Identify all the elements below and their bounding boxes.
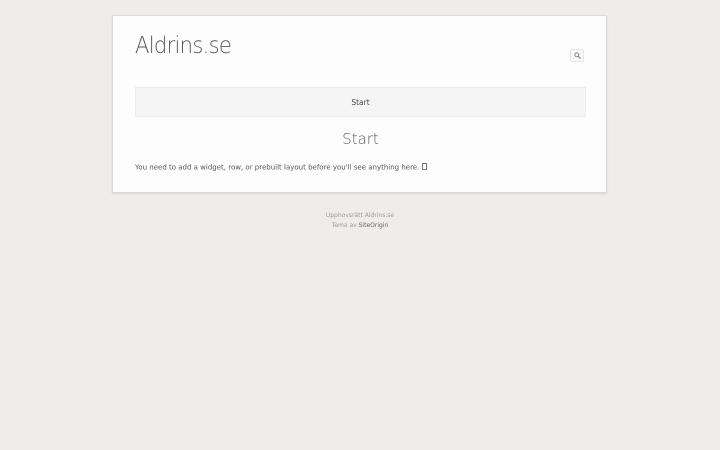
missing-glyph-icon [422,163,428,170]
entry-content-text: You need to add a widget, row, or prebui… [135,163,420,172]
entry-content: You need to add a widget, row, or prebui… [135,163,428,172]
footer-theme-credit: Tema av SiteOrigin [0,221,720,231]
page-container: Aldrins.se Start Start You need to add a… [112,15,607,193]
footer-theme-prefix: Tema av [331,222,357,229]
entry-title: Start [342,130,379,148]
search-button[interactable] [570,49,584,62]
footer-copyright: Upphovsrätt Aldrins.se [325,212,395,219]
main-navigation: Start [135,87,586,117]
search-icon [573,52,581,59]
site-title[interactable]: Aldrins.se [135,35,232,58]
site-footer: Upphovsrätt Aldrins.se Tema av SiteOrigi… [0,211,720,231]
footer-theme-link[interactable]: SiteOrigin [359,222,389,229]
nav-item-start[interactable]: Start [351,98,369,107]
